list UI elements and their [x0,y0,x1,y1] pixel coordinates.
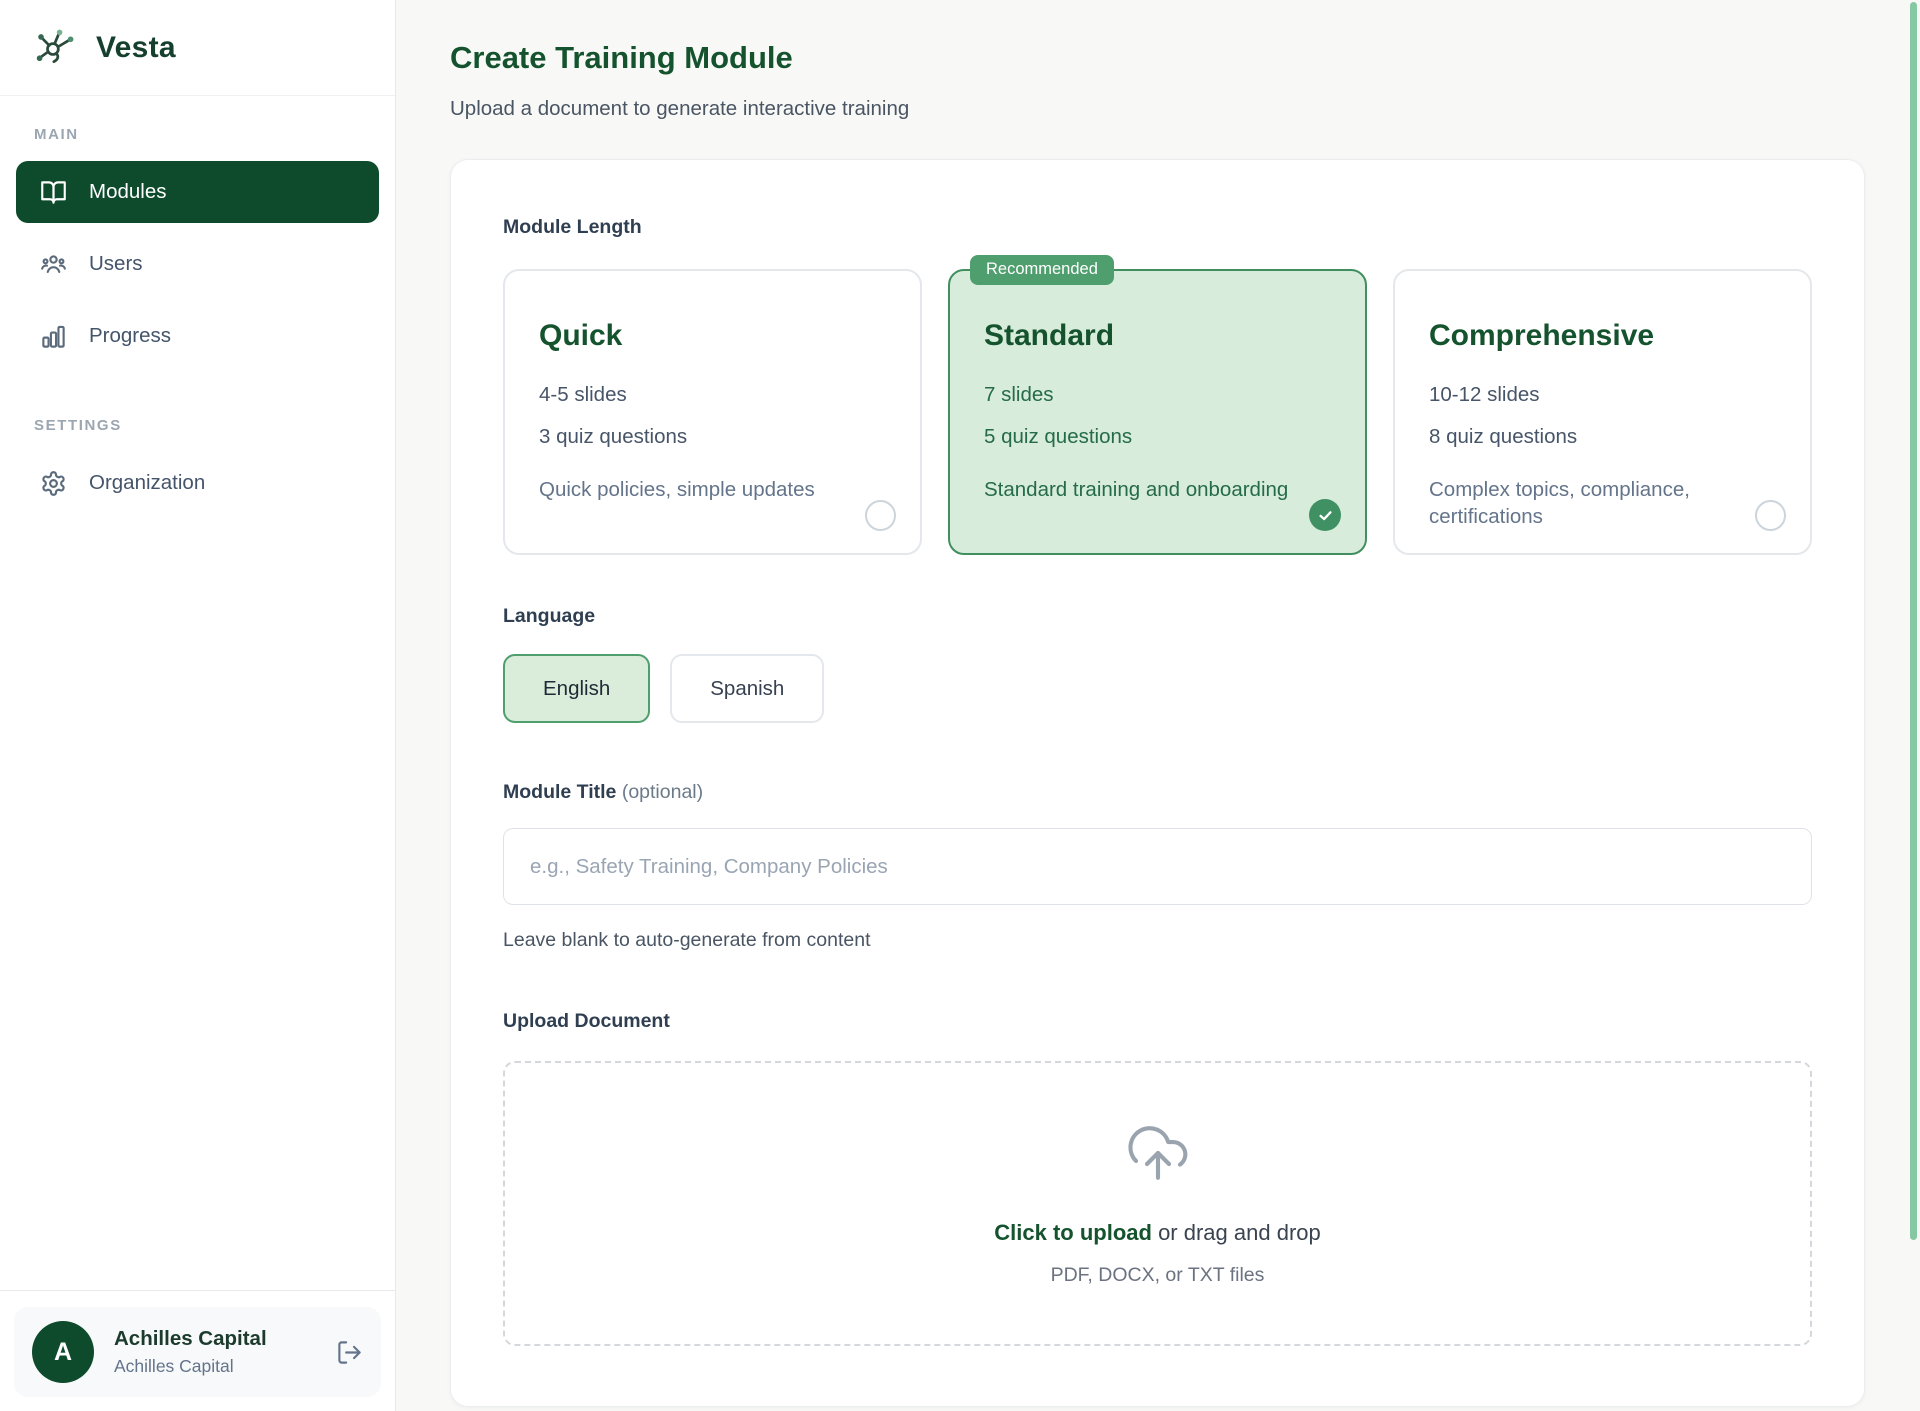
nav-section-label: MAIN [34,126,361,143]
optional-note: (optional) [622,781,703,803]
option-slides: 7 slides [984,383,1331,407]
language-button-english[interactable]: English [503,654,650,723]
sidebar-item-organization[interactable]: Organization [16,452,379,514]
option-quiz: 8 quiz questions [1429,425,1776,449]
sidebar-item-users[interactable]: Users [16,233,379,295]
module-title-label: Module Title (optional) [503,781,1812,804]
user-name: Achilles Capital [114,1327,267,1351]
option-card-comprehensive[interactable]: Comprehensive 10-12 slides 8 quiz questi… [1393,269,1812,555]
sidebar-footer: A Achilles Capital Achilles Capital [0,1290,395,1411]
option-quiz: 3 quiz questions [539,425,886,449]
avatar: A [32,1321,94,1383]
sidebar-item-label: Progress [89,324,171,348]
sidebar-item-modules[interactable]: Modules [16,161,379,223]
upload-cta: Click to upload or drag and drop [994,1220,1320,1246]
language-label: Language [503,605,1812,628]
bar-chart-icon [40,323,67,350]
upload-hint: PDF, DOCX, or TXT files [1051,1264,1265,1287]
language-block: Language English Spanish [503,605,1812,723]
user-info: Achilles Capital Achilles Capital [114,1327,267,1377]
option-title: Comprehensive [1429,319,1776,353]
book-open-icon [40,179,67,206]
upload-dropzone[interactable]: Click to upload or drag and drop PDF, DO… [503,1061,1812,1346]
module-title-input[interactable] [503,828,1812,905]
sidebar: Vesta MAIN Modules [0,0,396,1411]
vesta-logo-icon [30,23,80,73]
brand-name: Vesta [96,31,176,65]
option-title: Standard [984,319,1331,353]
main-content: Create Training Module Upload a document… [396,0,1920,1411]
user-card: A Achilles Capital Achilles Capital [14,1307,381,1397]
create-module-form: Module Length Quick 4-5 slides 3 quiz qu… [450,159,1865,1407]
option-slides: 10-12 slides [1429,383,1776,407]
brand-header: Vesta [0,0,395,96]
upload-cta-rest: or drag and drop [1152,1220,1321,1245]
nav-section-label: SETTINGS [34,417,361,434]
page-subtitle: Upload a document to generate interactiv… [450,97,1865,121]
option-quiz: 5 quiz questions [984,425,1331,449]
upload-cta-strong: Click to upload [994,1220,1152,1245]
language-buttons: English Spanish [503,654,1812,723]
module-title-helper: Leave blank to auto-generate from conten… [503,929,1812,952]
module-length-options: Quick 4-5 slides 3 quiz questions Quick … [503,269,1812,555]
option-card-quick[interactable]: Quick 4-5 slides 3 quiz questions Quick … [503,269,922,555]
user-org: Achilles Capital [114,1356,267,1377]
module-title-block: Module Title (optional) Leave blank to a… [503,781,1812,952]
nav-section-settings: SETTINGS Organization [16,417,379,514]
recommended-badge: Recommended [970,255,1114,285]
sidebar-item-label: Modules [89,180,167,204]
option-desc: Standard training and onboarding [984,477,1331,504]
cloud-upload-icon [1125,1120,1191,1186]
option-card-standard[interactable]: Recommended Standard 7 slides 5 quiz que… [948,269,1367,555]
logout-button[interactable] [336,1339,363,1366]
page-scrollbar-thumb[interactable] [1910,2,1917,1240]
radio-selected[interactable] [1309,499,1341,531]
option-desc: Quick policies, simple updates [539,477,886,504]
module-length-label: Module Length [503,216,1812,239]
logout-icon [336,1339,363,1366]
sidebar-item-progress[interactable]: Progress [16,305,379,367]
check-icon [1317,507,1334,524]
users-icon [40,251,67,278]
language-button-spanish[interactable]: Spanish [670,654,824,723]
sidebar-item-label: Organization [89,471,205,495]
module-title-label-text: Module Title [503,781,616,803]
option-desc: Complex topics, compliance, certificatio… [1429,477,1776,530]
upload-block: Upload Document Click to upload or drag … [503,1010,1812,1346]
gear-icon [40,470,67,497]
option-slides: 4-5 slides [539,383,886,407]
radio-unselected[interactable] [1755,500,1786,531]
sidebar-item-label: Users [89,252,143,276]
upload-label: Upload Document [503,1010,1812,1033]
option-title: Quick [539,319,886,353]
nav-section-main: MAIN Modules Users [16,126,379,367]
sidebar-nav: MAIN Modules Users [0,96,395,524]
radio-unselected[interactable] [865,500,896,531]
page-title: Create Training Module [450,40,1865,76]
